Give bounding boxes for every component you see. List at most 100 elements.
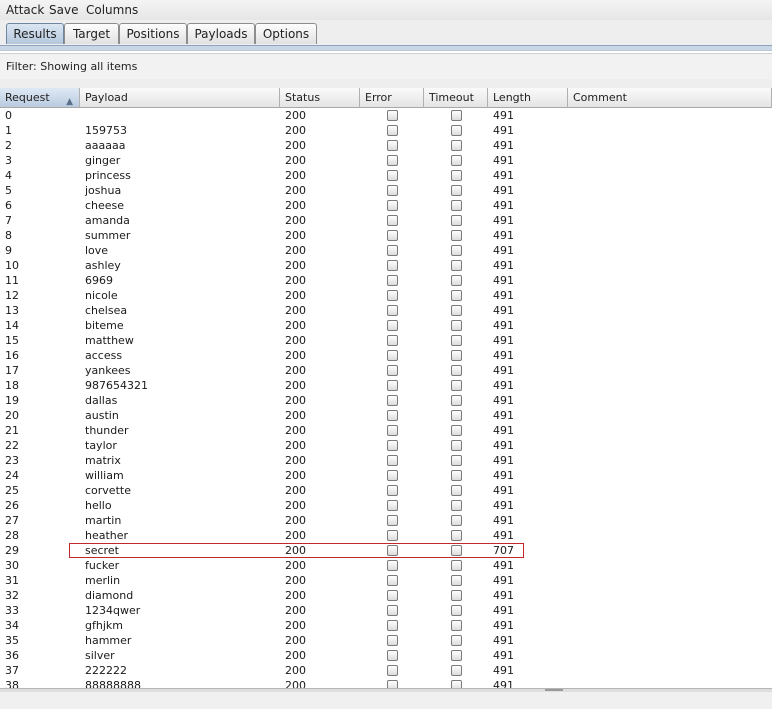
timeout-checkbox	[451, 530, 462, 541]
table-row[interactable]: 13 chelsea 200 491	[0, 303, 772, 318]
table-row[interactable]: 30 fucker 200 491	[0, 558, 772, 573]
column-header-status[interactable]: Status	[280, 88, 360, 108]
tab-options[interactable]: Options	[255, 23, 317, 44]
column-header-error[interactable]: Error	[360, 88, 424, 108]
error-checkbox	[387, 125, 398, 136]
table-row[interactable]: 11 6969 200 491	[0, 273, 772, 288]
timeout-checkbox	[451, 560, 462, 571]
status-cell: 200	[285, 484, 306, 497]
table-row[interactable]: 3 ginger 200 491	[0, 153, 772, 168]
request-cell: 31	[5, 574, 19, 587]
table-row[interactable]: 5 joshua 200 491	[0, 183, 772, 198]
filter-bar[interactable]: Filter: Showing all items	[0, 53, 772, 80]
request-cell: 38	[5, 679, 19, 688]
table-row[interactable]: 35 hammer 200 491	[0, 633, 772, 648]
length-cell: 491	[493, 604, 514, 617]
table-row[interactable]: 24 william 200 491	[0, 468, 772, 483]
length-cell: 491	[493, 409, 514, 422]
column-header-timeout[interactable]: Timeout	[424, 88, 488, 108]
error-checkbox	[387, 260, 398, 271]
column-header-payload[interactable]: Payload	[80, 88, 280, 108]
column-header-comment[interactable]: Comment	[568, 88, 772, 108]
request-cell: 2	[5, 139, 12, 152]
table-row[interactable]: 31 merlin 200 491	[0, 573, 772, 588]
menu-columns[interactable]: Columns	[86, 3, 138, 17]
status-cell: 200	[285, 199, 306, 212]
payload-cell: hello	[85, 499, 112, 512]
table-row[interactable]: 7 amanda 200 491	[0, 213, 772, 228]
table-row[interactable]: 0 200 491	[0, 108, 772, 123]
table-row[interactable]: 21 thunder 200 491	[0, 423, 772, 438]
table-row[interactable]: 29 secret 200 707	[0, 543, 772, 558]
table-row[interactable]: 20 austin 200 491	[0, 408, 772, 423]
table-row[interactable]: 38 88888888 200 491	[0, 678, 772, 688]
error-checkbox	[387, 485, 398, 496]
table-row[interactable]: 10 ashley 200 491	[0, 258, 772, 273]
table-row[interactable]: 2 aaaaaa 200 491	[0, 138, 772, 153]
error-checkbox	[387, 215, 398, 226]
error-checkbox	[387, 470, 398, 481]
table-row[interactable]: 26 hello 200 491	[0, 498, 772, 513]
status-cell: 200	[285, 124, 306, 137]
timeout-checkbox	[451, 335, 462, 346]
request-cell: 19	[5, 394, 19, 407]
error-checkbox	[387, 665, 398, 676]
error-checkbox	[387, 620, 398, 631]
table-row[interactable]: 8 summer 200 491	[0, 228, 772, 243]
error-checkbox	[387, 155, 398, 166]
table-row[interactable]: 14 biteme 200 491	[0, 318, 772, 333]
table-row[interactable]: 36 silver 200 491	[0, 648, 772, 663]
table-row[interactable]: 19 dallas 200 491	[0, 393, 772, 408]
request-cell: 22	[5, 439, 19, 452]
request-cell: 6	[5, 199, 12, 212]
tab-results[interactable]: Results	[6, 23, 64, 44]
table-row[interactable]: 16 access 200 491	[0, 348, 772, 363]
table-row[interactable]: 33 1234qwer 200 491	[0, 603, 772, 618]
table-row[interactable]: 25 corvette 200 491	[0, 483, 772, 498]
error-checkbox	[387, 230, 398, 241]
payload-cell: chelsea	[85, 304, 128, 317]
tab-payloads[interactable]: Payloads	[187, 23, 255, 44]
length-cell: 491	[493, 109, 514, 122]
status-cell: 200	[285, 514, 306, 527]
table-row[interactable]: 22 taylor 200 491	[0, 438, 772, 453]
request-cell: 15	[5, 334, 19, 347]
request-cell: 33	[5, 604, 19, 617]
status-cell: 200	[285, 259, 306, 272]
table-row[interactable]: 6 cheese 200 491	[0, 198, 772, 213]
timeout-checkbox	[451, 410, 462, 421]
table-row[interactable]: 27 martin 200 491	[0, 513, 772, 528]
table-row[interactable]: 34 gfhjkm 200 491	[0, 618, 772, 633]
table-row[interactable]: 12 nicole 200 491	[0, 288, 772, 303]
table-row[interactable]: 1 159753 200 491	[0, 123, 772, 138]
table-row[interactable]: 9 love 200 491	[0, 243, 772, 258]
table-row[interactable]: 18 987654321 200 491	[0, 378, 772, 393]
column-header-length[interactable]: Length	[488, 88, 568, 108]
error-checkbox	[387, 455, 398, 466]
request-cell: 28	[5, 529, 19, 542]
table-row[interactable]: 17 yankees 200 491	[0, 363, 772, 378]
table-row[interactable]: 4 princess 200 491	[0, 168, 772, 183]
table-row[interactable]: 15 matthew 200 491	[0, 333, 772, 348]
column-header-request[interactable]: Request ▲	[0, 88, 80, 108]
menu-save[interactable]: Save	[49, 3, 78, 17]
payload-cell: 222222	[85, 664, 127, 677]
status-cell: 200	[285, 214, 306, 227]
error-checkbox	[387, 395, 398, 406]
length-cell: 491	[493, 424, 514, 437]
timeout-checkbox	[451, 635, 462, 646]
table-row[interactable]: 32 diamond 200 491	[0, 588, 772, 603]
tab-positions[interactable]: Positions	[119, 23, 187, 44]
table-row[interactable]: 28 heather 200 491	[0, 528, 772, 543]
tab-target[interactable]: Target	[64, 23, 119, 44]
table-row[interactable]: 37 222222 200 491	[0, 663, 772, 678]
error-checkbox	[387, 425, 398, 436]
menu-attack[interactable]: Attack	[6, 3, 44, 17]
error-checkbox	[387, 245, 398, 256]
length-cell: 491	[493, 289, 514, 302]
status-cell: 200	[285, 349, 306, 362]
payload-cell: austin	[85, 409, 119, 422]
table-row[interactable]: 23 matrix 200 491	[0, 453, 772, 468]
scrollbar-thumb[interactable]	[545, 689, 563, 691]
request-cell: 9	[5, 244, 12, 257]
